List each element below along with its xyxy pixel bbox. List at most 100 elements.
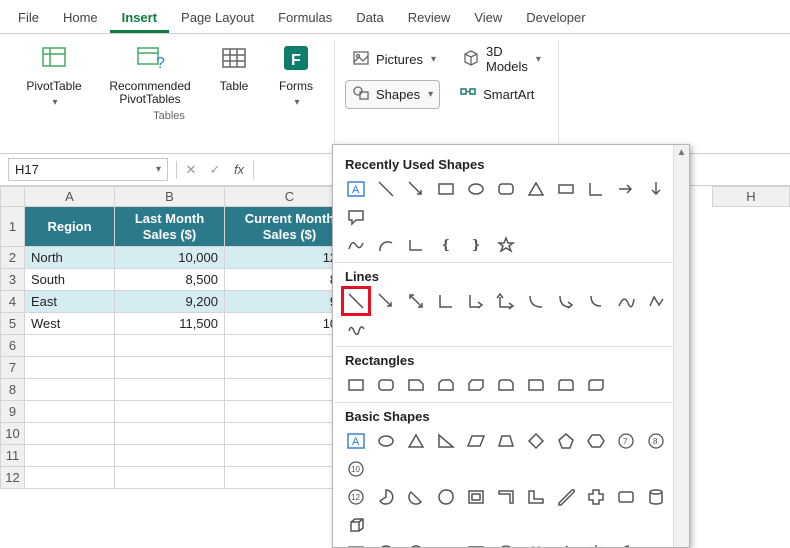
- callout-icon[interactable]: [345, 206, 367, 228]
- curve-double-arrow-shape[interactable]: [585, 290, 607, 312]
- row-header-1[interactable]: 1: [1, 207, 25, 247]
- chord-shape[interactable]: [405, 486, 427, 508]
- cell[interactable]: North: [25, 247, 115, 269]
- frame-shape[interactable]: [465, 486, 487, 508]
- lightning-shape[interactable]: [555, 542, 577, 548]
- flowchart-rect-icon[interactable]: [555, 178, 577, 200]
- col-header-h[interactable]: H: [713, 187, 790, 207]
- no-symbol-shape[interactable]: [405, 542, 427, 548]
- tab-page-layout[interactable]: Page Layout: [169, 4, 266, 33]
- row-header-4[interactable]: 4: [1, 291, 25, 313]
- heart-shape[interactable]: [525, 542, 547, 548]
- scribble-shape[interactable]: [345, 318, 367, 340]
- tab-formulas[interactable]: Formulas: [266, 4, 344, 33]
- arrow-line-icon[interactable]: [405, 178, 427, 200]
- decagon-shape[interactable]: 10: [345, 458, 367, 480]
- pivottable-button[interactable]: PivotTable ▾: [14, 40, 94, 108]
- tab-view[interactable]: View: [462, 4, 514, 33]
- tab-review[interactable]: Review: [396, 4, 463, 33]
- freeform-icon[interactable]: [345, 234, 367, 256]
- col-header-b[interactable]: B: [115, 187, 225, 207]
- line-double-arrow-shape[interactable]: [405, 290, 427, 312]
- pictures-button[interactable]: Pictures ▾: [345, 40, 443, 78]
- sun-shape[interactable]: [585, 542, 607, 548]
- folded-corner-shape[interactable]: [465, 542, 487, 548]
- heptagon-shape[interactable]: 7: [615, 430, 637, 452]
- can-shape[interactable]: [645, 486, 667, 508]
- curve-arrow-shape[interactable]: [555, 290, 577, 312]
- cell[interactable]: 9,200: [115, 291, 225, 313]
- line-icon[interactable]: [375, 178, 397, 200]
- tab-insert[interactable]: Insert: [110, 4, 169, 33]
- teardrop-shape[interactable]: [435, 486, 457, 508]
- round-single-rect-shape[interactable]: [525, 374, 547, 396]
- scroll-up-icon[interactable]: ▲: [674, 145, 689, 158]
- bevel-shape[interactable]: [345, 542, 367, 548]
- rounded-rect-shape[interactable]: [375, 374, 397, 396]
- arc-icon[interactable]: [375, 234, 397, 256]
- pentagon-shape[interactable]: [555, 430, 577, 452]
- smartart-button[interactable]: SmartArt: [452, 80, 541, 109]
- scrollbar[interactable]: ▲: [673, 145, 689, 547]
- col-header-a[interactable]: A: [25, 187, 115, 207]
- connector-l-icon[interactable]: [585, 178, 607, 200]
- cell[interactable]: 10,000: [115, 247, 225, 269]
- block-arc-shape[interactable]: [435, 542, 457, 548]
- round-diag-rect-shape[interactable]: [585, 374, 607, 396]
- rounded-rect-icon[interactable]: [495, 178, 517, 200]
- line-arrow-shape[interactable]: [375, 290, 397, 312]
- curve-connector-shape[interactable]: [525, 290, 547, 312]
- hexagon-shape[interactable]: [585, 430, 607, 452]
- row-header-8[interactable]: 8: [1, 379, 25, 401]
- cross-shape[interactable]: [585, 486, 607, 508]
- oval-shape[interactable]: [375, 430, 397, 452]
- row-header-5[interactable]: 5: [1, 313, 25, 335]
- cell[interactable]: South: [25, 269, 115, 291]
- cell[interactable]: West: [25, 313, 115, 335]
- row-header-2[interactable]: 2: [1, 247, 25, 269]
- snip-round-rect-shape[interactable]: [495, 374, 517, 396]
- smiley-shape[interactable]: [495, 542, 517, 548]
- round-same-rect-shape[interactable]: [555, 374, 577, 396]
- triangle-shape[interactable]: [405, 430, 427, 452]
- cloud-shape[interactable]: [645, 542, 667, 548]
- octagon-shape[interactable]: 8: [645, 430, 667, 452]
- row-header-9[interactable]: 9: [1, 401, 25, 423]
- left-brace-icon[interactable]: ❴: [435, 234, 457, 256]
- tab-home[interactable]: Home: [51, 4, 110, 33]
- chevron-down-icon[interactable]: ▾: [156, 164, 161, 175]
- trapezoid-shape[interactable]: [495, 430, 517, 452]
- enter-icon[interactable]: ✓: [205, 162, 225, 178]
- dodecagon-shape[interactable]: 12: [345, 486, 367, 508]
- forms-button[interactable]: F Forms ▾: [268, 40, 324, 108]
- rectangle-icon[interactable]: [435, 178, 457, 200]
- triangle-icon[interactable]: [525, 178, 547, 200]
- elbow-connector-shape[interactable]: [435, 290, 457, 312]
- cancel-icon[interactable]: ✕: [181, 162, 201, 178]
- freeform-curve-shape[interactable]: [615, 290, 637, 312]
- row-header-3[interactable]: 3: [1, 269, 25, 291]
- elbow-double-arrow-shape[interactable]: [495, 290, 517, 312]
- shapes-button[interactable]: Shapes ▾: [345, 80, 440, 109]
- half-frame-shape[interactable]: [495, 486, 517, 508]
- right-brace-icon[interactable]: ❵: [465, 234, 487, 256]
- turn-line-icon[interactable]: [405, 234, 427, 256]
- cell[interactable]: 8,500: [115, 269, 225, 291]
- parallelogram-shape[interactable]: [465, 430, 487, 452]
- plaque-shape[interactable]: [615, 486, 637, 508]
- row-header-6[interactable]: 6: [1, 335, 25, 357]
- diagonal-stripe-shape[interactable]: [555, 486, 577, 508]
- right-triangle-shape[interactable]: [435, 430, 457, 452]
- row-header-12[interactable]: 12: [1, 467, 25, 489]
- tab-developer[interactable]: Developer: [514, 4, 597, 33]
- snip-diag-rect-shape[interactable]: [465, 374, 487, 396]
- textbox-shape[interactable]: A: [345, 430, 367, 452]
- row-header-10[interactable]: 10: [1, 423, 25, 445]
- 3d-models-button[interactable]: 3D Models ▾: [455, 40, 548, 78]
- pie-shape[interactable]: [375, 486, 397, 508]
- donut-shape[interactable]: [375, 542, 397, 548]
- recommended-pivottables-button[interactable]: ? Recommended PivotTables: [100, 40, 200, 106]
- rect-shape[interactable]: [345, 374, 367, 396]
- tab-file[interactable]: File: [6, 4, 51, 33]
- cube-shape[interactable]: [345, 514, 367, 536]
